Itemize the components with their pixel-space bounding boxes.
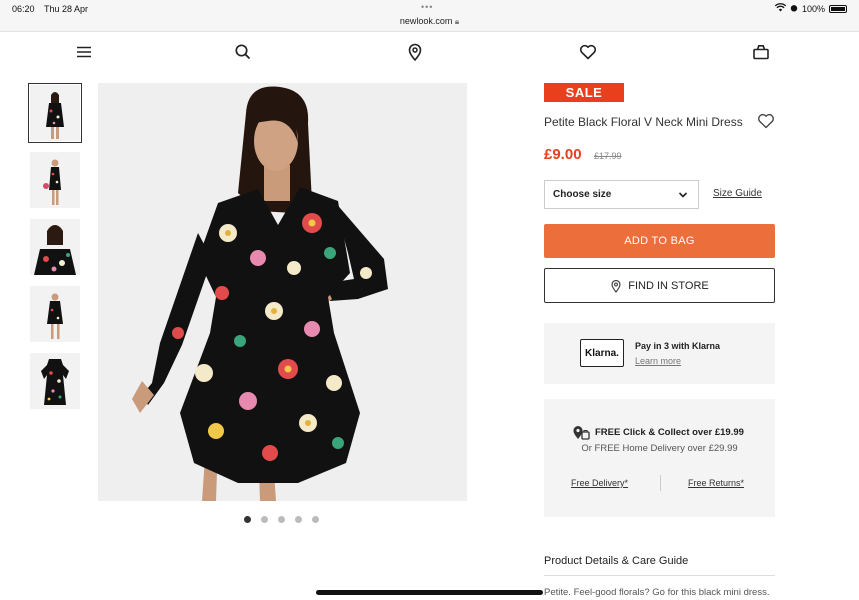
model-dress-illustration [132, 86, 388, 501]
address-bar[interactable]: newlook.com 🔒︎ [0, 16, 859, 27]
divider [660, 475, 661, 491]
dress-thumbnail-image [34, 225, 76, 275]
thumbnail-2[interactable] [30, 152, 80, 208]
carousel-dot[interactable] [278, 516, 285, 523]
carousel-dot[interactable] [261, 516, 268, 523]
thumbnail-5[interactable] [30, 353, 80, 409]
image-carousel-dots [244, 516, 319, 523]
size-guide-link[interactable]: Size Guide [713, 188, 762, 199]
location-pin-icon[interactable] [406, 43, 424, 62]
browser-more-dots[interactable]: ••• [421, 2, 433, 12]
dress-thumbnail-image [43, 159, 61, 205]
delivery-title: FREE Click & Collect over £19.99 [595, 427, 744, 438]
location-pin-icon [611, 279, 621, 293]
free-returns-link[interactable]: Free Returns* [688, 478, 744, 488]
sale-badge: SALE [544, 83, 624, 102]
add-to-bag-button[interactable]: ADD TO BAG [544, 224, 775, 258]
divider [544, 575, 775, 576]
wifi-icon [774, 3, 787, 14]
battery-icon [829, 4, 847, 13]
url-text: newlook.com [399, 16, 453, 26]
free-delivery-link[interactable]: Free Delivery* [571, 478, 628, 488]
chevron-down-icon [678, 191, 688, 198]
dress-thumbnail-image [41, 359, 69, 405]
delivery-panel: FREE Click & Collect over £19.99 Or FREE… [544, 399, 775, 517]
sale-price: £9.00 [544, 146, 582, 163]
battery-percent: 100% [801, 3, 825, 14]
thumbnail-3[interactable] [30, 219, 80, 275]
find-in-store-label: FIND IN STORE [628, 279, 709, 292]
status-bar: 06:20 Thu 28 Apr ••• newlook.com 🔒︎ 100% [0, 0, 859, 32]
product-description: Petite. Feel-good florals? Go for this b… [544, 587, 770, 598]
klarna-logo: Klarna. [580, 339, 624, 367]
status-date: Thu 28 Apr [44, 4, 89, 14]
product-details-heading[interactable]: Product Details & Care Guide [544, 555, 688, 567]
bag-icon[interactable] [752, 43, 770, 61]
dress-thumbnail-image [46, 92, 64, 139]
carousel-dot[interactable] [312, 516, 319, 523]
thumbnail-1[interactable] [28, 83, 82, 143]
add-to-wishlist-heart-icon[interactable] [757, 112, 775, 130]
size-select-value: Choose size [553, 189, 612, 200]
alarm-icon [790, 4, 798, 14]
carousel-dot[interactable] [244, 516, 251, 523]
find-in-store-button[interactable]: FIND IN STORE [544, 268, 775, 303]
klarna-panel: Klarna. Pay in 3 with Klarna Learn more [544, 323, 775, 384]
carousel-dot[interactable] [295, 516, 302, 523]
klarna-learn-more-link[interactable]: Learn more [635, 356, 681, 366]
original-price: £17.99 [594, 151, 622, 161]
click-and-collect-icon [571, 423, 591, 441]
status-time: 06:20 [12, 4, 35, 14]
status-right: 100% [774, 3, 847, 14]
size-select[interactable]: Choose size [544, 180, 699, 209]
lock-icon: 🔒︎ [454, 17, 460, 26]
product-title: Petite Black Floral V Neck Mini Dress [544, 115, 743, 129]
thumbnail-4[interactable] [30, 286, 80, 342]
home-indicator[interactable] [316, 590, 543, 595]
search-icon[interactable] [234, 43, 252, 61]
menu-icon[interactable] [75, 43, 93, 61]
klarna-title: Pay in 3 with Klarna [635, 341, 721, 351]
delivery-subtitle: Or FREE Home Delivery over £29.99 [581, 443, 738, 454]
dress-thumbnail-image [47, 293, 63, 339]
main-product-image[interactable] [98, 83, 467, 501]
wishlist-heart-icon[interactable] [579, 43, 597, 61]
